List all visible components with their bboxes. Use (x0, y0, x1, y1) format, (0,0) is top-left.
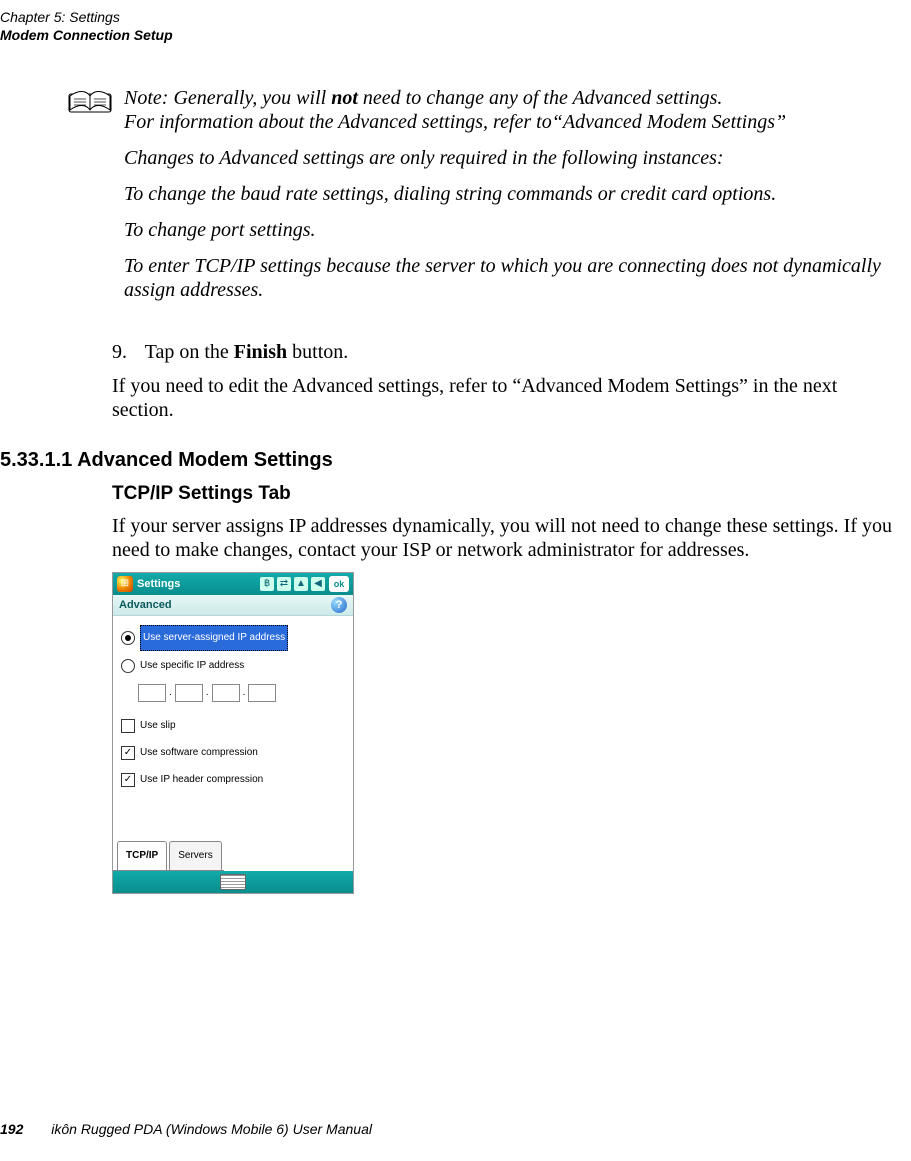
ip-input-group: . . . (138, 681, 345, 705)
row-sw-compression[interactable]: ✓ Use software compression (121, 741, 345, 765)
tab-tcpip[interactable]: TCP/IP (117, 841, 167, 870)
note-line6: To enter TCP/IP settings because the ser… (124, 254, 888, 302)
label-ip-header-compression: Use IP header compression (140, 768, 263, 792)
device-subbar: Advanced ? (113, 595, 353, 616)
device-bottombar (113, 871, 353, 893)
radio-server-ip[interactable] (121, 631, 135, 645)
note-block: Note: Generally, you will not need to ch… (68, 86, 888, 314)
page-number: 192 (0, 1121, 23, 1137)
note-line2: For information about the Advanced setti… (124, 111, 786, 133)
note-line3: Changes to Advanced settings are only re… (124, 146, 888, 170)
device-screenshot: ⊞ Settings ฿ ⇄ ▲ ◀ ok Advanced ? Use ser… (112, 572, 354, 894)
signal-icon[interactable]: ▲ (294, 577, 308, 591)
check-sw-compression[interactable]: ✓ (121, 746, 135, 760)
row-ip-header-compression[interactable]: ✓ Use IP header compression (121, 768, 345, 792)
keyboard-icon[interactable] (220, 874, 246, 890)
ip-octet-1[interactable] (138, 684, 166, 702)
note-line1b: need to change any of the Advanced setti… (358, 87, 723, 109)
step-9: 9. Tap on the Finish button. (112, 340, 892, 364)
heading-5-33-1-1: 5.33.1.1 Advanced Modem Settings (0, 448, 892, 472)
note-label: Note: (124, 87, 168, 109)
step-9-num: 9. (112, 340, 140, 364)
row-specific-ip[interactable]: Use specific IP address (121, 654, 345, 678)
row-server-ip[interactable]: Use server-assigned IP address (121, 625, 345, 651)
header-section: Modem Connection Setup (0, 26, 173, 44)
note-line1a: Generally, you will (173, 87, 331, 109)
sync-icon[interactable]: ⇄ (277, 577, 291, 591)
ip-octet-4[interactable] (248, 684, 276, 702)
manual-title: ikôn Rugged PDA (Windows Mobile 6) User … (51, 1121, 372, 1137)
page-footer: 192 ikôn Rugged PDA (Windows Mobile 6) U… (0, 1121, 372, 1137)
body-content: 9. Tap on the Finish button. If you need… (112, 340, 892, 894)
page-header: Chapter 5: Settings Modem Connection Set… (0, 8, 173, 44)
note-line1-bold: not (331, 87, 358, 109)
note-line4: To change the baud rate settings, dialin… (124, 182, 888, 206)
device-body: Use server-assigned IP address Use speci… (113, 616, 353, 801)
note-line5: To change port settings. (124, 218, 888, 242)
step-9-a: Tap on the (145, 341, 234, 363)
ok-button[interactable]: ok (329, 576, 349, 592)
device-titlebar: ⊞ Settings ฿ ⇄ ▲ ◀ ok (113, 573, 353, 595)
subbar-title: Advanced (119, 593, 331, 617)
start-icon[interactable]: ⊞ (117, 576, 133, 592)
label-server-ip: Use server-assigned IP address (140, 625, 288, 651)
after-step-para: If you need to edit the Advanced setting… (112, 374, 892, 422)
help-icon[interactable]: ? (331, 597, 347, 613)
check-ip-header-compression[interactable]: ✓ (121, 773, 135, 787)
note-line1: Note: Generally, you will not need to ch… (124, 86, 888, 134)
bluetooth-icon[interactable]: ฿ (260, 577, 274, 591)
label-use-slip: Use slip (140, 714, 176, 738)
device-tabs: TCP/IP Servers (113, 850, 224, 871)
label-specific-ip: Use specific IP address (140, 654, 244, 678)
tab-servers[interactable]: Servers (169, 841, 221, 870)
ip-octet-2[interactable] (175, 684, 203, 702)
radio-specific-ip[interactable] (121, 659, 135, 673)
volume-icon[interactable]: ◀ (311, 577, 325, 591)
tcpip-paragraph: If your server assigns IP addresses dyna… (112, 514, 892, 562)
label-sw-compression: Use software compression (140, 741, 258, 765)
check-use-slip[interactable] (121, 719, 135, 733)
heading-tcpip-tab: TCP/IP Settings Tab (112, 482, 892, 506)
ip-octet-3[interactable] (212, 684, 240, 702)
step-9-b: button. (287, 341, 348, 363)
row-use-slip[interactable]: Use slip (121, 714, 345, 738)
book-icon (68, 86, 112, 116)
header-chapter: Chapter 5: Settings (0, 8, 173, 26)
step-9-bold: Finish (234, 341, 287, 363)
